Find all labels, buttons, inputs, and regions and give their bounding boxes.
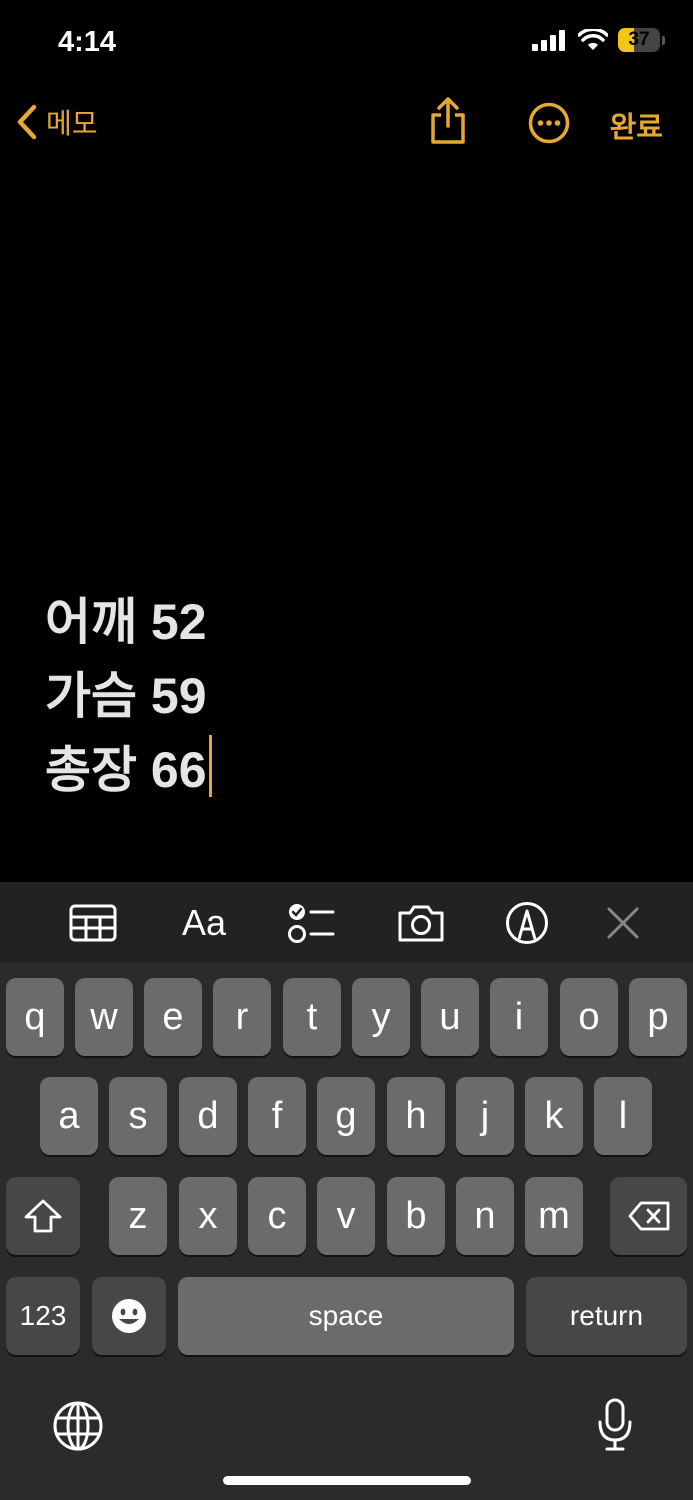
note-line-1: 어깨 52 <box>45 594 207 650</box>
key-e[interactable]: e <box>144 978 202 1056</box>
share-icon <box>431 97 465 144</box>
nav-bar: 메모 완료 <box>0 90 693 154</box>
keyboard: q w e r t y u i o p a s d f g h j k l z … <box>0 962 693 1500</box>
key-u[interactable]: u <box>421 978 479 1056</box>
markup-pen-icon <box>506 902 548 944</box>
key-b[interactable]: b <box>387 1177 445 1255</box>
key-g[interactable]: g <box>317 1077 375 1155</box>
key-a[interactable]: a <box>40 1077 98 1155</box>
camera-button[interactable] <box>396 900 446 946</box>
return-key[interactable]: return <box>526 1277 687 1355</box>
close-icon <box>607 907 639 939</box>
key-q[interactable]: q <box>6 978 64 1056</box>
battery-indicator: 37 <box>618 28 660 52</box>
microphone-icon <box>598 1398 632 1451</box>
key-v[interactable]: v <box>317 1177 375 1255</box>
key-l[interactable]: l <box>594 1077 652 1155</box>
key-w[interactable]: w <box>75 978 133 1056</box>
key-h[interactable]: h <box>387 1077 445 1155</box>
battery-tip <box>662 35 665 45</box>
key-m[interactable]: m <box>525 1177 583 1255</box>
camera-icon <box>398 905 444 942</box>
key-s[interactable]: s <box>109 1077 167 1155</box>
emoji-icon <box>112 1299 146 1333</box>
done-button[interactable]: 완료 <box>610 104 663 146</box>
key-r[interactable]: r <box>213 978 271 1056</box>
note-line-3-text: 총장 66 <box>45 742 207 798</box>
more-button[interactable] <box>528 102 570 149</box>
shift-icon <box>24 1199 62 1233</box>
back-button[interactable]: 메모 <box>16 102 98 142</box>
more-icon <box>528 102 570 144</box>
text-cursor <box>208 735 212 797</box>
cellular-signal-icon <box>532 30 565 51</box>
checklist-button[interactable] <box>286 900 336 946</box>
globe-icon <box>53 1401 103 1451</box>
key-f[interactable]: f <box>248 1077 306 1155</box>
table-icon <box>69 904 117 942</box>
key-d[interactable]: d <box>179 1077 237 1155</box>
key-i[interactable]: i <box>490 978 548 1056</box>
status-time: 4:14 <box>58 26 117 58</box>
key-j[interactable]: j <box>456 1077 514 1155</box>
shift-key[interactable] <box>6 1177 80 1255</box>
backspace-icon <box>628 1201 669 1231</box>
note-line-2: 가슴 59 <box>45 668 207 724</box>
key-p[interactable]: p <box>629 978 687 1056</box>
key-k[interactable]: k <box>525 1077 583 1155</box>
wifi-icon <box>578 29 608 50</box>
key-z[interactable]: z <box>109 1177 167 1255</box>
key-c[interactable]: c <box>248 1177 306 1255</box>
note-body[interactable]: 어깨 52 가슴 59 총장 66 <box>45 585 212 807</box>
table-button[interactable] <box>68 900 118 946</box>
format-toolbar: Aa <box>0 882 693 964</box>
note-line-3: 총장 66 <box>45 733 212 807</box>
back-label: 메모 <box>46 108 98 139</box>
markup-button[interactable] <box>502 900 552 946</box>
checklist-icon <box>288 904 335 943</box>
close-keyboard-button[interactable] <box>598 900 648 946</box>
notes-screen: 4:14 37 메모 완료 어깨 52 가슴 59 총장 66 Aa q w e… <box>0 0 693 1500</box>
space-key[interactable]: space <box>178 1277 514 1355</box>
key-t[interactable]: t <box>283 978 341 1056</box>
key-x[interactable]: x <box>179 1177 237 1255</box>
home-indicator[interactable] <box>223 1476 471 1485</box>
battery-level: 37 <box>628 29 650 50</box>
text-format-button[interactable]: Aa <box>176 900 232 946</box>
key-o[interactable]: o <box>560 978 618 1056</box>
share-button[interactable] <box>428 96 468 151</box>
chevron-left-icon <box>17 104 37 140</box>
key-n[interactable]: n <box>456 1177 514 1255</box>
key-y[interactable]: y <box>352 978 410 1056</box>
dictation-button[interactable] <box>596 1398 634 1457</box>
numbers-key[interactable]: 123 <box>6 1277 80 1355</box>
status-icons: 37 <box>532 28 665 52</box>
globe-button[interactable] <box>52 1400 104 1457</box>
emoji-key[interactable] <box>92 1277 166 1355</box>
delete-key[interactable] <box>610 1177 687 1255</box>
